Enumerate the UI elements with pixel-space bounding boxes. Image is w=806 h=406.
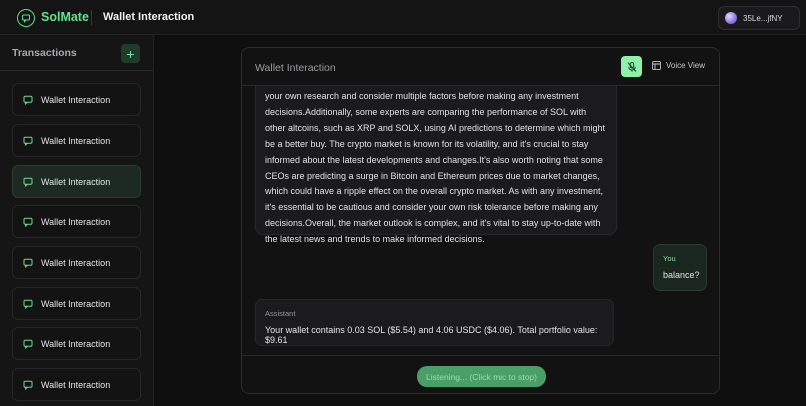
voice-view-button[interactable]: Voice View: [652, 61, 705, 70]
sidebar-item-transaction[interactable]: Wallet Interaction: [12, 327, 141, 360]
sidebar-item-transaction[interactable]: Wallet Interaction: [12, 287, 141, 320]
panel-header: Wallet Interaction Voice View: [242, 48, 719, 86]
logo-icon: [17, 9, 35, 27]
chat-panel: Wallet Interaction Voice View your own r…: [241, 47, 720, 394]
top-bar: SolMate Wallet Interaction 35Le...jfNY: [0, 0, 806, 35]
message-text: your own research and consider multiple …: [265, 91, 606, 245]
chat-icon: [23, 217, 33, 227]
message-text: balance?: [663, 270, 700, 280]
voice-view-label: Voice View: [666, 61, 705, 70]
chat-icon: [23, 177, 33, 187]
sidebar-item-transaction[interactable]: Wallet Interaction: [12, 368, 141, 401]
assistant-message: your own research and consider multiple …: [255, 86, 617, 244]
chat-icon: [23, 339, 33, 349]
wallet-button[interactable]: 35Le...jfNY: [718, 6, 800, 30]
assistant-message: Assistant Your wallet contains 0.03 SOL …: [255, 299, 614, 346]
sidebar-item-transaction[interactable]: Wallet Interaction: [12, 83, 141, 116]
panel-title: Wallet Interaction: [255, 62, 336, 74]
divider: [91, 10, 92, 25]
sidebar-item-label: Wallet Interaction: [41, 257, 111, 268]
message-sender: Assistant: [265, 309, 296, 318]
sidebar-item-label: Wallet Interaction: [41, 135, 111, 146]
user-message: You balance?: [653, 244, 707, 291]
sidebar-item-transaction[interactable]: Wallet Interaction: [12, 165, 141, 198]
mic-off-icon: [627, 61, 636, 72]
sidebar-header: Transactions +: [0, 35, 153, 71]
listening-button[interactable]: Listening... (Click mic to stop): [417, 366, 546, 387]
sidebar-item-transaction[interactable]: Wallet Interaction: [12, 205, 141, 238]
mic-button[interactable]: [621, 56, 642, 77]
sidebar-item-label: Wallet Interaction: [41, 298, 111, 309]
chat-icon: [23, 136, 33, 146]
panel-footer: Listening... (Click mic to stop): [242, 355, 719, 393]
chat-icon: [23, 380, 33, 390]
message-sender: You: [663, 254, 676, 263]
sidebar-item-label: Wallet Interaction: [41, 176, 111, 187]
add-transaction-button[interactable]: +: [121, 44, 140, 63]
sidebar-item-label: Wallet Interaction: [41, 94, 111, 105]
sidebar-title: Transactions: [12, 47, 77, 59]
message-text: Your wallet contains 0.03 SOL ($5.54) an…: [265, 325, 598, 345]
chat-icon: [23, 95, 33, 105]
sidebar-item-label: Wallet Interaction: [41, 338, 111, 349]
chat-icon: [23, 299, 33, 309]
wallet-address: 35Le...jfNY: [743, 13, 783, 23]
layout-icon: [652, 61, 661, 70]
brand-name[interactable]: SolMate: [41, 10, 89, 24]
plus-icon: +: [126, 45, 135, 62]
sidebar-item-label: Wallet Interaction: [41, 216, 111, 227]
chat-icon: [23, 258, 33, 268]
sidebar: Transactions + Wallet Interaction Wallet …: [0, 35, 154, 406]
sidebar-item-transaction[interactable]: Wallet Interaction: [12, 246, 141, 279]
sidebar-item-transaction[interactable]: Wallet Interaction: [12, 124, 141, 157]
page-title: Wallet Interaction: [103, 11, 195, 23]
sidebar-item-label: Wallet Interaction: [41, 379, 111, 390]
wallet-avatar-icon: [725, 12, 737, 24]
